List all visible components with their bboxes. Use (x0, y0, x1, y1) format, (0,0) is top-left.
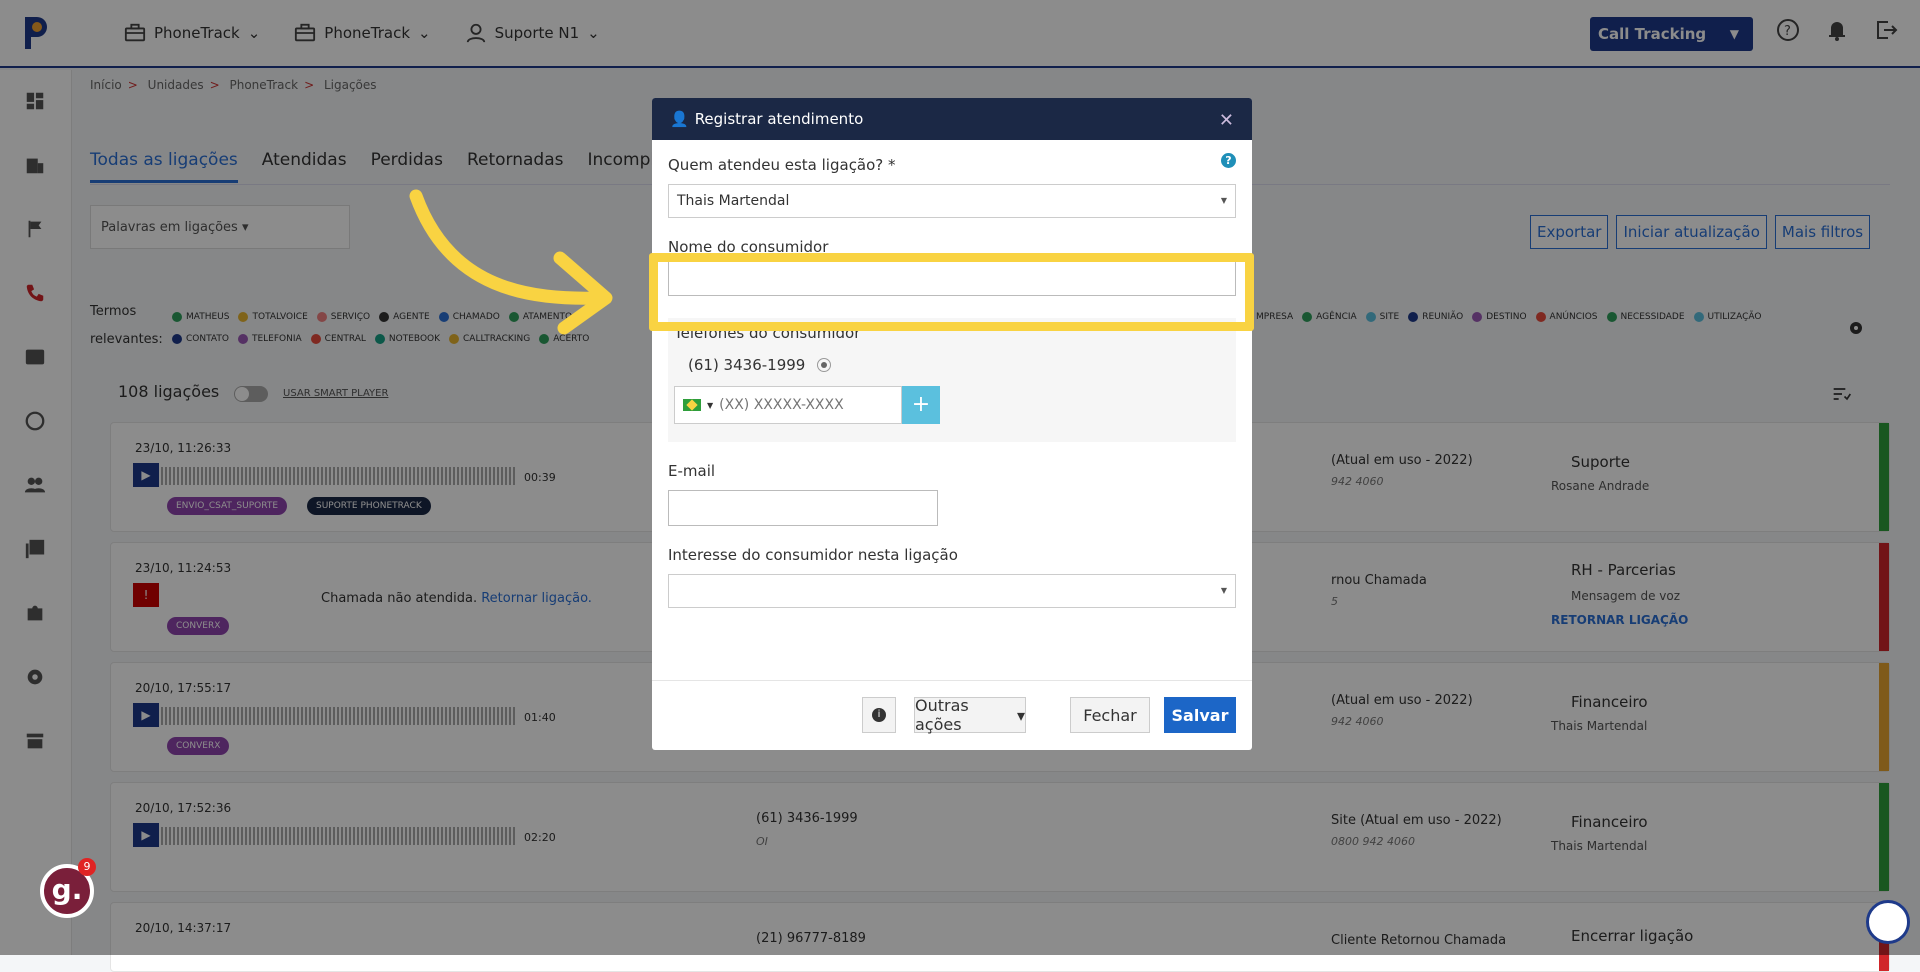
caret-down-icon: ▼ (1220, 196, 1227, 205)
brazil-flag-icon[interactable] (683, 399, 701, 411)
new-phone-field: ▼ (674, 386, 902, 424)
new-phone-input[interactable] (719, 397, 890, 413)
tutorial-highlight-box (649, 253, 1254, 331)
chat-unread-badge: 9 (78, 858, 96, 876)
caret-down-icon[interactable]: ▼ (707, 401, 713, 410)
interest-select[interactable]: ▼ (668, 574, 1236, 608)
email-label: E-mail (668, 462, 716, 480)
modal-title: Registrar atendimento (694, 110, 864, 128)
interest-label: Interesse do consumidor nesta ligação (668, 546, 958, 564)
modal-header: 👤 Registrar atendimento (652, 98, 1252, 140)
email-input[interactable] (668, 490, 938, 526)
support-widget-button[interactable] (1866, 900, 1910, 944)
close-icon[interactable]: ✕ (1219, 110, 1234, 131)
user-icon: 👤 (670, 110, 689, 128)
other-actions-label: Outras ações (915, 696, 969, 734)
caret-down-icon: ▼ (1220, 586, 1227, 595)
other-actions-button[interactable]: Outras ações ▾ (914, 696, 1026, 734)
help-icon[interactable]: ? (1221, 153, 1236, 168)
save-button[interactable]: Salvar (1164, 697, 1236, 733)
info-button[interactable]: i (862, 697, 896, 733)
who-answered-select[interactable]: Thais Martendal ▼ (668, 184, 1236, 218)
phones-section: Telefones do consumidor (61) 3436-1999 ▼… (668, 318, 1236, 442)
primary-radio[interactable] (817, 358, 832, 372)
who-answered-value: Thais Martendal (677, 193, 790, 209)
close-button[interactable]: Fechar (1070, 697, 1150, 733)
modal-footer: i Outras ações ▾ Fechar Salvar (652, 680, 1252, 750)
who-answered-label: Quem atendeu esta ligação? * (668, 156, 896, 174)
register-call-modal: 👤 Registrar atendimento ✕ Quem atendeu e… (652, 98, 1252, 750)
existing-phone: (61) 3436-1999 (688, 356, 806, 374)
add-phone-button[interactable]: + (902, 386, 940, 424)
info-icon: i (872, 708, 886, 722)
tutorial-arrow-icon (409, 189, 613, 335)
